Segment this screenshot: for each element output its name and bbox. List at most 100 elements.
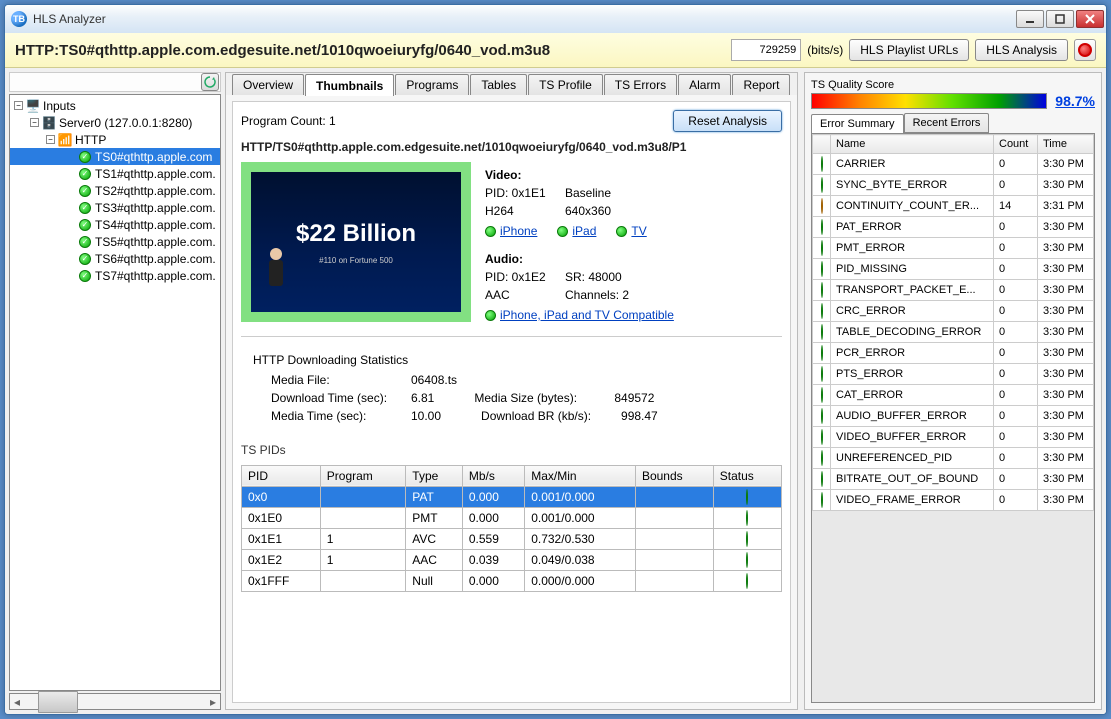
col-header[interactable]: Type [406,465,463,486]
table-row[interactable]: UNREFERENCED_PID03:30 PM [813,448,1094,469]
col-header[interactable]: Mb/s [462,465,524,486]
table-row[interactable]: TRANSPORT_PACKET_E...03:30 PM [813,280,1094,301]
table-row[interactable]: BITRATE_OUT_OF_BOUND03:30 PM [813,469,1094,490]
tab-programs[interactable]: Programs [395,74,469,95]
tree-item[interactable]: ✓TS7#qthttp.apple.com. [10,267,220,284]
playlist-urls-button[interactable]: HLS Playlist URLs [849,39,969,61]
scroll-left-icon[interactable]: ◂ [10,694,24,709]
table-row[interactable]: 0x1E21AAC0.0390.049/0.038 [242,549,782,570]
status-dot-icon [821,261,823,277]
status-dot-icon [821,156,823,172]
tab-ts-errors[interactable]: TS Errors [604,74,677,95]
col-header[interactable]: Program [320,465,406,486]
col-header[interactable]: Status [713,465,781,486]
status-dot-icon [746,573,748,589]
value: 849572 [614,391,654,405]
scroll-right-icon[interactable]: ▸ [206,694,220,709]
audio-compat-link[interactable]: iPhone, iPad and TV Compatible [500,308,674,322]
tree-item[interactable]: ✓TS1#qthttp.apple.com. [10,165,220,182]
close-button[interactable] [1076,10,1104,28]
col-name[interactable]: Name [831,135,994,154]
app-icon: TB [11,11,27,27]
table-row[interactable]: CAT_ERROR03:30 PM [813,385,1094,406]
table-row[interactable]: PMT_ERROR03:30 PM [813,238,1094,259]
titlebar[interactable]: TB HLS Analyzer [5,5,1106,33]
col-header[interactable]: Max/Min [525,465,636,486]
table-row[interactable]: CONTINUITY_COUNT_ER...143:31 PM [813,196,1094,217]
table-row[interactable]: 0x1E0PMT0.0000.001/0.000 [242,507,782,528]
maximize-button[interactable] [1046,10,1074,28]
col-time[interactable]: Time [1038,135,1094,154]
pid-table[interactable]: PIDProgramTypeMb/sMax/MinBoundsStatus 0x… [241,465,782,592]
table-row[interactable]: PAT_ERROR03:30 PM [813,217,1094,238]
tab-recent-errors[interactable]: Recent Errors [904,113,990,133]
tab-overview[interactable]: Overview [232,74,304,95]
tree-item[interactable]: ✓TS3#qthttp.apple.com. [10,199,220,216]
status-dot-icon [821,429,823,445]
hls-analysis-button[interactable]: HLS Analysis [975,39,1068,61]
video-thumbnail[interactable]: $22 Billion #110 on Fortune 500 [241,162,471,322]
tab-error-summary[interactable]: Error Summary [811,114,904,134]
table-row[interactable]: PTS_ERROR03:30 PM [813,364,1094,385]
server-icon: 🗄️ [42,116,56,130]
stats-header: HTTP Downloading Statistics [253,353,770,367]
ok-icon: ✓ [78,252,92,266]
expand-icon[interactable]: − [14,101,23,110]
expand-icon[interactable]: − [46,135,55,144]
table-row[interactable]: PCR_ERROR03:30 PM [813,343,1094,364]
status-dot-icon [821,198,823,214]
scroll-thumb[interactable] [38,691,78,713]
status-dot-icon [616,226,627,237]
sidebar: − 🖥️ Inputs − 🗄️ Server0 (127.0.0.1:8280… [9,72,221,710]
col-header[interactable]: PID [242,465,321,486]
table-row[interactable]: SYNC_BYTE_ERROR03:30 PM [813,175,1094,196]
table-row[interactable]: 0x1E11AVC0.5590.732/0.530 [242,528,782,549]
compat-ipad-link[interactable]: iPad [572,224,596,238]
col-count[interactable]: Count [994,135,1038,154]
url-display: HTTP:TS0#qthttp.apple.com.edgesuite.net/… [15,42,725,59]
quality-value-link[interactable]: 98.7% [1055,93,1095,109]
table-row[interactable]: CARRIER03:30 PM [813,154,1094,175]
tab-ts-profile[interactable]: TS Profile [528,74,603,95]
ok-icon: ✓ [78,167,92,181]
tab-body: Program Count: 1 Reset Analysis HTTP/TS0… [232,101,791,703]
compat-iphone-link[interactable]: iPhone [500,224,537,238]
table-row[interactable]: 0x0PAT0.0000.001/0.000 [242,486,782,507]
minimize-button[interactable] [1016,10,1044,28]
tab-thumbnails[interactable]: Thumbnails [305,74,394,96]
error-table[interactable]: Name Count Time CARRIER03:30 PMSYNC_BYTE… [812,134,1094,511]
tree-server[interactable]: − 🗄️ Server0 (127.0.0.1:8280) [10,114,220,131]
tree-item[interactable]: ✓TS6#qthttp.apple.com. [10,250,220,267]
refresh-button[interactable] [201,73,219,91]
input-tree[interactable]: − 🖥️ Inputs − 🗄️ Server0 (127.0.0.1:8280… [9,94,221,691]
record-button[interactable] [1074,39,1096,61]
reset-analysis-button[interactable]: Reset Analysis [673,110,782,132]
tree-item[interactable]: ✓TS2#qthttp.apple.com. [10,182,220,199]
table-row[interactable]: VIDEO_BUFFER_ERROR03:30 PM [813,427,1094,448]
tree-root[interactable]: − 🖥️ Inputs [10,97,220,114]
audio-codec: AAC [485,288,565,302]
ok-icon: ✓ [78,218,92,232]
tree-item[interactable]: ✓TS4#qthttp.apple.com. [10,216,220,233]
table-row[interactable]: VIDEO_FRAME_ERROR03:30 PM [813,490,1094,511]
table-row[interactable]: CRC_ERROR03:30 PM [813,301,1094,322]
tree-http[interactable]: − 📶 HTTP [10,131,220,148]
table-row[interactable]: PID_MISSING03:30 PM [813,259,1094,280]
table-row[interactable]: 0x1FFFNull0.0000.000/0.000 [242,570,782,591]
tab-report[interactable]: Report [732,74,790,95]
tree-item[interactable]: ✓TS0#qthttp.apple.com [10,148,220,165]
sidebar-hscrollbar[interactable]: ◂ ▸ [9,693,221,710]
table-row[interactable]: TABLE_DECODING_ERROR03:30 PM [813,322,1094,343]
tree-item[interactable]: ✓TS5#qthttp.apple.com. [10,233,220,250]
col-header[interactable]: Bounds [635,465,713,486]
tab-tables[interactable]: Tables [470,74,527,95]
expand-icon[interactable]: − [30,118,39,127]
tree-label: Inputs [43,99,76,113]
table-row[interactable]: AUDIO_BUFFER_ERROR03:30 PM [813,406,1094,427]
tab-alarm[interactable]: Alarm [678,74,731,95]
error-table-container: Name Count Time CARRIER03:30 PMSYNC_BYTE… [811,133,1095,703]
audio-header: Audio: [485,252,782,266]
bitrate-field[interactable] [731,39,801,61]
quality-score-label: TS Quality Score [811,79,1095,91]
compat-tv-link[interactable]: TV [631,224,646,238]
